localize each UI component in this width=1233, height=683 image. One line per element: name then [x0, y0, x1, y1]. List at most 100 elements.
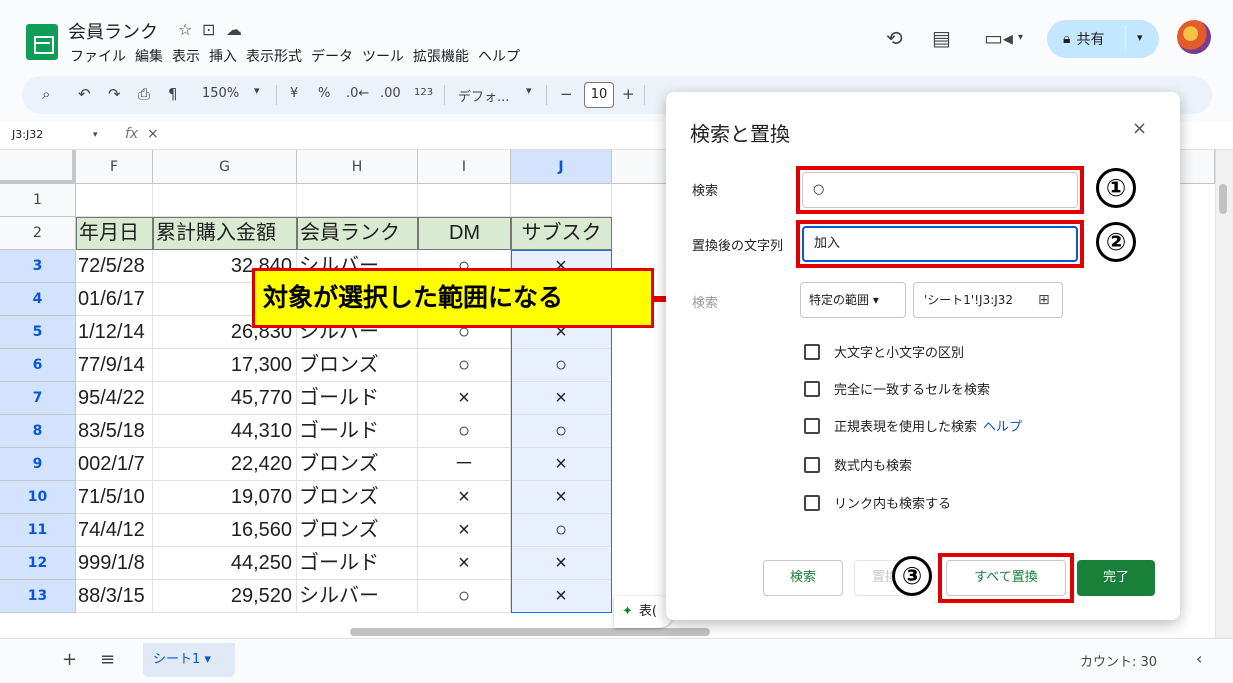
data-cell[interactable]: × [418, 481, 511, 514]
print-icon[interactable]: ⎙ [138, 85, 150, 103]
column-header-h[interactable]: H [297, 150, 418, 184]
data-cell[interactable]: 77/9/14 [76, 349, 153, 382]
header-cell[interactable]: 累計購入金額 [153, 217, 297, 250]
range-input[interactable]: 'シート1'!J3:J32 ⊞ [913, 282, 1063, 318]
name-box[interactable]: J3:J32 [12, 128, 43, 141]
side-panel-chevron-icon[interactable]: ‹ [1196, 649, 1202, 668]
grid-cell[interactable] [418, 184, 511, 217]
data-cell[interactable]: 83/5/18 [76, 415, 153, 448]
data-cell[interactable]: ○ [418, 415, 511, 448]
move-folder-icon[interactable]: ⊡ [202, 20, 215, 39]
horizontal-scroll-thumb[interactable] [350, 628, 710, 636]
meet-video-icon[interactable]: ▭◂ [984, 26, 1013, 50]
data-cell[interactable]: 74/4/12 [76, 514, 153, 547]
font-size-increase-button[interactable]: + [622, 85, 635, 103]
history-icon[interactable]: ⟲ [886, 26, 903, 50]
data-cell[interactable]: ゴールド [297, 415, 418, 448]
data-cell[interactable]: ゴールド [297, 382, 418, 415]
column-header-j[interactable]: J [511, 150, 612, 184]
sheet-tab-caret-icon[interactable]: ▾ [204, 652, 211, 667]
menu-file[interactable]: ファイル [70, 46, 126, 66]
data-cell[interactable]: ゴールド [297, 547, 418, 580]
data-cell[interactable]: 16,560 [153, 514, 297, 547]
select-range-grid-icon[interactable]: ⊞ [1038, 283, 1050, 317]
font-caret-icon[interactable]: ▾ [526, 84, 532, 97]
share-dropdown-icon[interactable]: ▾ [1137, 31, 1143, 44]
menu-format[interactable]: 表示形式 [246, 46, 302, 66]
menu-extensions[interactable]: 拡張機能 [413, 46, 469, 66]
row-header-11[interactable]: 11 [0, 514, 76, 547]
row-header-3[interactable]: 3 [0, 250, 76, 283]
column-header-g[interactable]: G [153, 150, 297, 184]
menu-view[interactable]: 表示 [172, 46, 200, 66]
checkbox[interactable] [804, 417, 820, 434]
scope-select[interactable]: 特定の範囲 ▾ [800, 282, 906, 318]
data-cell[interactable]: 71/5/10 [76, 481, 153, 514]
checkbox[interactable] [804, 456, 820, 473]
font-select[interactable]: デフォ... [458, 86, 509, 105]
option-search-formulas[interactable]: 数式内も検索 [804, 455, 912, 474]
sheets-logo-icon[interactable] [26, 24, 58, 60]
selection-count[interactable]: カウント: 30 [1080, 651, 1157, 670]
share-button[interactable]: 🔒︎ 共有 ▾ [1047, 20, 1159, 58]
menu-help[interactable]: ヘルプ [478, 46, 520, 66]
data-cell[interactable]: ○ [418, 580, 511, 613]
font-size-input[interactable]: 10 [584, 82, 614, 108]
done-button[interactable]: 完了 [1077, 560, 1155, 596]
font-size-decrease-button[interactable]: − [560, 85, 573, 103]
formula-clear-icon[interactable]: × [147, 126, 159, 142]
name-box-caret-icon[interactable]: ▾ [93, 130, 98, 140]
menu-insert[interactable]: 挿入 [209, 46, 237, 66]
paint-format-icon[interactable]: ¶ [168, 85, 178, 103]
data-cell[interactable]: 22,420 [153, 448, 297, 481]
option-regex[interactable]: 正規表現を使用した検索 ヘルプ [804, 416, 1022, 435]
data-cell[interactable]: ○ [418, 349, 511, 382]
row-header-8[interactable]: 8 [0, 415, 76, 448]
column-header-i[interactable]: I [418, 150, 511, 184]
data-cell[interactable]: ブロンズ [297, 481, 418, 514]
data-cell[interactable]: 29,520 [153, 580, 297, 613]
number-format-button[interactable]: 123 [414, 87, 433, 98]
zoom-select[interactable]: 150% [202, 86, 239, 101]
data-cell[interactable]: × [418, 514, 511, 547]
row-header-12[interactable]: 12 [0, 547, 76, 580]
document-title[interactable]: 会員ランク [68, 18, 158, 44]
menu-tools[interactable]: ツール [362, 46, 404, 66]
row-header-5[interactable]: 5 [0, 316, 76, 349]
grid-cell[interactable] [153, 184, 297, 217]
select-all-corner[interactable] [0, 150, 76, 184]
data-cell[interactable]: 72/5/28 [76, 250, 153, 283]
row-header-1[interactable]: 1 [0, 184, 76, 217]
vertical-scroll-thumb[interactable] [1219, 184, 1227, 214]
column-header-f[interactable]: F [76, 150, 153, 184]
menu-data[interactable]: データ [311, 46, 353, 66]
comments-icon[interactable]: ▤ [932, 26, 951, 50]
data-cell[interactable]: シルバー [297, 580, 418, 613]
data-cell[interactable]: － [418, 448, 511, 481]
vertical-scrollbar[interactable] [1215, 150, 1233, 638]
data-cell[interactable]: 44,250 [153, 547, 297, 580]
explore-button[interactable]: ✦ 表( [614, 596, 674, 628]
row-header-7[interactable]: 7 [0, 382, 76, 415]
row-header-4[interactable]: 4 [0, 283, 76, 316]
cloud-status-icon[interactable]: ☁ [226, 20, 242, 39]
header-cell[interactable]: 年月日 [76, 217, 153, 250]
percent-format-button[interactable]: % [318, 86, 330, 101]
option-search-links[interactable]: リンク内も検索する [804, 493, 951, 512]
grid-cell[interactable] [76, 184, 153, 217]
menu-edit[interactable]: 編集 [135, 46, 163, 66]
data-cell[interactable]: 88/3/15 [76, 580, 153, 613]
row-header-9[interactable]: 9 [0, 448, 76, 481]
currency-format-button[interactable]: ¥ [290, 86, 298, 101]
redo-icon[interactable]: ↷ [108, 85, 121, 103]
checkbox[interactable] [804, 343, 820, 360]
help-link[interactable]: ヘルプ [983, 416, 1022, 435]
decrease-decimal-button[interactable]: .0← [346, 86, 369, 101]
checkbox[interactable] [804, 380, 820, 397]
header-cell[interactable]: DM [418, 217, 511, 250]
data-cell[interactable]: 45,770 [153, 382, 297, 415]
data-cell[interactable]: ブロンズ [297, 349, 418, 382]
row-header-2[interactable]: 2 [0, 217, 76, 250]
data-cell[interactable]: ブロンズ [297, 448, 418, 481]
all-sheets-menu-icon[interactable]: ≡ [100, 649, 115, 670]
